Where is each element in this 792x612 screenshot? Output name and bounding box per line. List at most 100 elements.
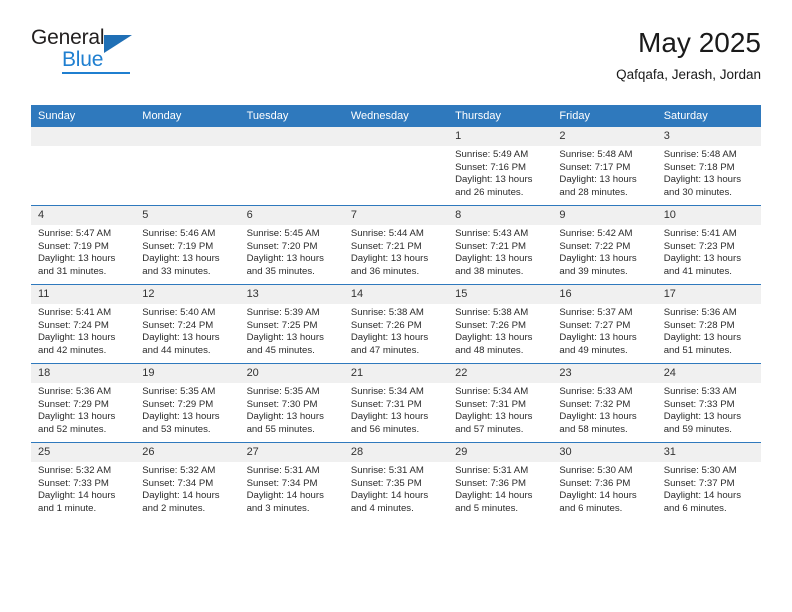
day-cell[interactable]: 24 Sunrise: 5:33 AM Sunset: 7:33 PM Dayl… <box>656 363 761 443</box>
day-cell[interactable]: 14 Sunrise: 5:38 AM Sunset: 7:26 PM Dayl… <box>343 284 449 364</box>
day-cell[interactable]: 21 Sunrise: 5:34 AM Sunset: 7:31 PM Dayl… <box>343 363 449 443</box>
day-cell[interactable]: 30 Sunrise: 5:30 AM Sunset: 7:36 PM Dayl… <box>552 442 657 521</box>
sunrise-text: Sunrise: 5:35 AM <box>142 386 216 397</box>
sunset-text: Sunset: 7:29 PM <box>142 398 214 410</box>
sunset-text: Sunset: 7:37 PM <box>663 477 735 489</box>
daylight-text-line2: and 5 minutes. <box>455 502 519 514</box>
day-cell[interactable]: 18 Sunrise: 5:36 AM Sunset: 7:29 PM Dayl… <box>31 363 136 443</box>
day-details: Sunrise: 5:38 AM Sunset: 7:26 PM Dayligh… <box>344 304 448 357</box>
day-cell[interactable]: 5 Sunrise: 5:46 AM Sunset: 7:19 PM Dayli… <box>135 205 240 285</box>
sunset-text: Sunset: 7:18 PM <box>663 161 735 173</box>
logo-text-blue: Blue <box>62 48 104 71</box>
day-cell[interactable] <box>31 127 136 206</box>
day-cell[interactable]: 26 Sunrise: 5:32 AM Sunset: 7:34 PM Dayl… <box>135 442 240 521</box>
day-number: 12 <box>135 285 240 304</box>
day-cell[interactable]: 9 Sunrise: 5:42 AM Sunset: 7:22 PM Dayli… <box>552 205 657 285</box>
daylight-text-line2: and 44 minutes. <box>142 344 211 356</box>
day-cell[interactable]: 6 Sunrise: 5:45 AM Sunset: 7:20 PM Dayli… <box>239 205 344 285</box>
day-cell[interactable] <box>343 127 449 206</box>
sunrise-text: Sunrise: 5:39 AM <box>246 307 320 318</box>
day-details: Sunrise: 5:31 AM Sunset: 7:36 PM Dayligh… <box>448 462 552 515</box>
week-row: 11 Sunrise: 5:41 AM Sunset: 7:24 PM Dayl… <box>31 284 761 364</box>
daylight-text-line2: and 55 minutes. <box>246 423 315 435</box>
day-cell[interactable]: 29 Sunrise: 5:31 AM Sunset: 7:36 PM Dayl… <box>448 442 553 521</box>
day-details: Sunrise: 5:36 AM Sunset: 7:28 PM Dayligh… <box>657 304 761 357</box>
sunrise-text: Sunrise: 5:33 AM <box>559 386 633 397</box>
day-cell[interactable] <box>135 127 240 206</box>
sunset-text: Sunset: 7:33 PM <box>38 477 109 489</box>
day-cell[interactable] <box>239 127 344 206</box>
page-title: May 2025 <box>638 27 761 58</box>
day-details: Sunrise: 5:41 AM Sunset: 7:23 PM Dayligh… <box>657 225 761 278</box>
sunrise-text: Sunrise: 5:45 AM <box>246 228 320 239</box>
day-cell[interactable]: 17 Sunrise: 5:36 AM Sunset: 7:28 PM Dayl… <box>656 284 761 364</box>
day-cell[interactable]: 20 Sunrise: 5:35 AM Sunset: 7:30 PM Dayl… <box>239 363 344 443</box>
daylight-text-line1: Daylight: 13 hours <box>455 332 533 344</box>
day-cell[interactable]: 4 Sunrise: 5:47 AM Sunset: 7:19 PM Dayli… <box>31 205 136 285</box>
daylight-text-line1: Daylight: 13 hours <box>663 253 742 265</box>
daylight-text-line1: Daylight: 13 hours <box>455 411 533 423</box>
general-blue-logo: General Blue <box>31 26 141 78</box>
sunset-text: Sunset: 7:21 PM <box>350 240 422 252</box>
day-cell[interactable]: 27 Sunrise: 5:31 AM Sunset: 7:34 PM Dayl… <box>239 442 344 521</box>
triangle-icon <box>104 35 132 53</box>
weekday-header-sunday: Sunday <box>31 105 136 127</box>
day-number: 30 <box>552 443 657 462</box>
daylight-text-line2: and 35 minutes. <box>246 265 315 277</box>
day-number: 15 <box>448 285 553 304</box>
day-details: Sunrise: 5:34 AM Sunset: 7:31 PM Dayligh… <box>344 383 448 436</box>
week-row: 18 Sunrise: 5:36 AM Sunset: 7:29 PM Dayl… <box>31 363 761 443</box>
day-cell[interactable]: 13 Sunrise: 5:39 AM Sunset: 7:25 PM Dayl… <box>239 284 344 364</box>
daylight-text-line1: Daylight: 13 hours <box>663 174 742 186</box>
day-cell[interactable]: 8 Sunrise: 5:43 AM Sunset: 7:21 PM Dayli… <box>448 205 553 285</box>
day-cell[interactable]: 15 Sunrise: 5:38 AM Sunset: 7:26 PM Dayl… <box>448 284 553 364</box>
daylight-text-line2: and 38 minutes. <box>455 265 524 277</box>
day-cell[interactable]: 19 Sunrise: 5:35 AM Sunset: 7:29 PM Dayl… <box>135 363 240 443</box>
day-details: Sunrise: 5:39 AM Sunset: 7:25 PM Dayligh… <box>240 304 344 357</box>
day-cell[interactable]: 28 Sunrise: 5:31 AM Sunset: 7:35 PM Dayl… <box>343 442 449 521</box>
daylight-text-line1: Daylight: 13 hours <box>246 332 324 344</box>
day-details: Sunrise: 5:33 AM Sunset: 7:32 PM Dayligh… <box>552 383 656 436</box>
day-cell[interactable]: 11 Sunrise: 5:41 AM Sunset: 7:24 PM Dayl… <box>31 284 136 364</box>
day-cell[interactable]: 25 Sunrise: 5:32 AM Sunset: 7:33 PM Dayl… <box>31 442 136 521</box>
daylight-text-line2: and 39 minutes. <box>559 265 628 277</box>
day-cell[interactable]: 10 Sunrise: 5:41 AM Sunset: 7:23 PM Dayl… <box>656 205 761 285</box>
daylight-text-line2: and 6 minutes. <box>663 502 727 514</box>
sunset-text: Sunset: 7:36 PM <box>455 477 527 489</box>
week-row: 1 Sunrise: 5:49 AM Sunset: 7:16 PM Dayli… <box>31 127 761 206</box>
day-cell[interactable]: 16 Sunrise: 5:37 AM Sunset: 7:27 PM Dayl… <box>552 284 657 364</box>
day-cell[interactable]: 1 Sunrise: 5:49 AM Sunset: 7:16 PM Dayli… <box>448 127 553 206</box>
daylight-text-line2: and 28 minutes. <box>559 186 628 198</box>
weekday-header-row: Sunday Monday Tuesday Wednesday Thursday… <box>31 105 761 127</box>
sunset-text: Sunset: 7:26 PM <box>455 319 527 331</box>
daylight-text-line2: and 2 minutes. <box>142 502 206 514</box>
weekday-header-monday: Monday <box>135 105 240 127</box>
day-cell[interactable]: 7 Sunrise: 5:44 AM Sunset: 7:21 PM Dayli… <box>343 205 449 285</box>
sunrise-text: Sunrise: 5:43 AM <box>455 228 529 239</box>
daylight-text-line1: Daylight: 13 hours <box>350 253 429 265</box>
day-details: Sunrise: 5:31 AM Sunset: 7:34 PM Dayligh… <box>240 462 344 515</box>
sunset-text: Sunset: 7:25 PM <box>246 319 318 331</box>
day-number: 6 <box>239 206 344 225</box>
daylight-text-line1: Daylight: 13 hours <box>142 332 220 344</box>
day-cell[interactable]: 12 Sunrise: 5:40 AM Sunset: 7:24 PM Dayl… <box>135 284 240 364</box>
title-block: May 2025 Qafqafa, Jerash, Jordan <box>616 26 761 83</box>
day-number: 29 <box>448 443 553 462</box>
sunset-text: Sunset: 7:35 PM <box>350 477 422 489</box>
daylight-text-line2: and 49 minutes. <box>559 344 628 356</box>
day-cell[interactable]: 22 Sunrise: 5:34 AM Sunset: 7:31 PM Dayl… <box>448 363 553 443</box>
daylight-text-line2: and 1 minute. <box>38 502 97 514</box>
daylight-text-line1: Daylight: 13 hours <box>38 332 116 344</box>
day-cell[interactable]: 3 Sunrise: 5:48 AM Sunset: 7:18 PM Dayli… <box>656 127 761 206</box>
sunset-text: Sunset: 7:19 PM <box>38 240 109 252</box>
day-cell[interactable]: 23 Sunrise: 5:33 AM Sunset: 7:32 PM Dayl… <box>552 363 657 443</box>
day-number: 20 <box>239 364 344 383</box>
sunrise-text: Sunrise: 5:40 AM <box>142 307 216 318</box>
day-details: Sunrise: 5:42 AM Sunset: 7:22 PM Dayligh… <box>552 225 656 278</box>
day-number <box>135 127 240 146</box>
day-cell[interactable]: 2 Sunrise: 5:48 AM Sunset: 7:17 PM Dayli… <box>552 127 657 206</box>
daylight-text-line2: and 42 minutes. <box>38 344 107 356</box>
day-cell[interactable]: 31 Sunrise: 5:30 AM Sunset: 7:37 PM Dayl… <box>656 442 761 521</box>
daylight-text-line1: Daylight: 13 hours <box>559 411 637 423</box>
sunset-text: Sunset: 7:36 PM <box>559 477 631 489</box>
